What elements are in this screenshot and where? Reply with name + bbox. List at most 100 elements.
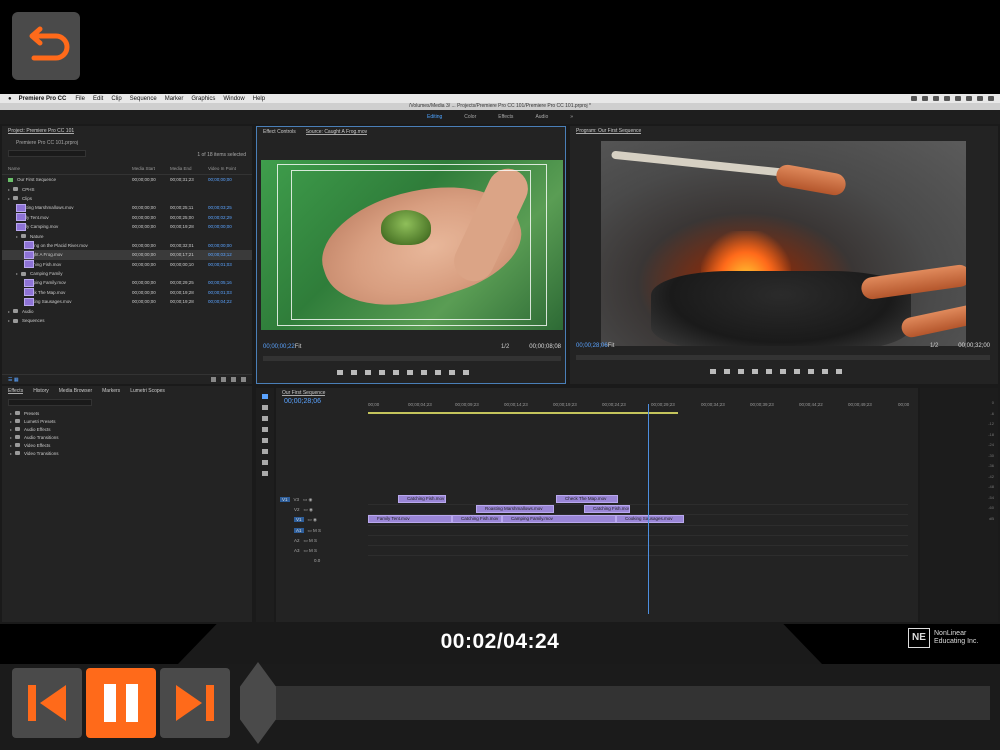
project-row[interactable]: ▸ Nature (2, 231, 252, 240)
go-to-in-icon[interactable] (738, 369, 744, 374)
selection-tool-icon[interactable] (262, 394, 268, 399)
project-row[interactable]: Cooking Sausages.mov 00;00;00;00 00;00;19;… (2, 297, 252, 306)
menu-window[interactable]: Window (223, 96, 244, 102)
project-row[interactable]: Family Tent.mov 00;00;00;00 00;00;25;00 00;… (2, 213, 252, 222)
effects-item[interactable]: ▸ Video Transitions (2, 449, 252, 457)
workspace-color[interactable]: Color (464, 114, 476, 120)
menu-help[interactable]: Help (253, 96, 265, 102)
effects-item[interactable]: ▸ Lumetri Presets (2, 417, 252, 425)
search-icon[interactable] (977, 96, 983, 101)
effects-item[interactable]: ▸ Presets (2, 409, 252, 417)
project-search-input[interactable] (8, 150, 86, 157)
track-a3[interactable]: A3 ▭ M S (280, 546, 368, 555)
go-to-in-icon[interactable] (365, 370, 371, 375)
insert-icon[interactable] (435, 370, 441, 375)
razor-tool-icon[interactable] (262, 427, 268, 432)
timeline-clip[interactable]: Catching Fish.mov (398, 495, 446, 503)
track-v1[interactable]: V1 ▭ ◉ (280, 515, 368, 524)
tab-markers[interactable]: Markers (102, 388, 120, 394)
mark-in-icon[interactable] (710, 369, 716, 374)
tab-effects[interactable]: Effects (8, 388, 24, 394)
workspace-effects[interactable]: Effects (498, 114, 513, 120)
effects-item[interactable]: ▸ Video Effects (2, 441, 252, 449)
column-media-start[interactable]: Media Start (132, 166, 170, 171)
project-row[interactable]: ▸ Clips (2, 194, 252, 203)
timeline-clip[interactable]: Family Tent.mov (368, 515, 452, 523)
disclosure-icon[interactable]: ▸ (8, 196, 10, 201)
timeline-clip[interactable]: Check The Map.mov (556, 495, 618, 503)
column-name[interactable]: Name (8, 166, 132, 171)
program-title[interactable]: Program: Our First Sequence (576, 128, 642, 134)
next-button[interactable] (160, 668, 230, 738)
mark-out-icon[interactable] (724, 369, 730, 374)
status-icon[interactable] (911, 96, 917, 101)
mark-in-icon[interactable] (337, 370, 343, 375)
menu-marker[interactable]: Marker (165, 96, 184, 102)
new-item-icon[interactable] (231, 377, 236, 382)
status-icon[interactable] (922, 96, 928, 101)
go-to-out-icon[interactable] (421, 370, 427, 375)
project-row[interactable]: Boating on the Placid River.mov 00;00;00;… (2, 241, 252, 250)
menu-graphics[interactable]: Graphics (191, 96, 215, 102)
workspace-editing[interactable]: Editing (427, 114, 442, 120)
type-tool-icon[interactable] (262, 471, 268, 476)
find-icon[interactable] (221, 377, 226, 382)
work-area-bar[interactable] (368, 412, 678, 414)
project-row[interactable]: ▸ Sequences (2, 316, 252, 325)
app-menu[interactable]: Premiere Pro CC (19, 96, 67, 102)
lift-icon[interactable] (808, 369, 814, 374)
disclosure-icon[interactable]: ▸ (16, 271, 18, 276)
tab-media-browser[interactable]: Media Browser (59, 388, 92, 394)
back-button[interactable] (12, 12, 80, 80)
project-row[interactable]: Catching Fish.mov 00;00;00;00 00;00;00;10 0… (2, 260, 252, 269)
project-row[interactable]: Caught A Frog.mov 00;00;00;00 00;00;17;21 0… (2, 250, 252, 260)
source-scale-select[interactable]: 1/2 (501, 344, 509, 350)
menu-file[interactable]: File (75, 96, 85, 102)
tab-effect-controls[interactable]: Effect Controls (263, 129, 296, 135)
project-row[interactable]: Family Camping.mov 00;00;00;00 00;00;19;28… (2, 222, 252, 231)
program-video-frame[interactable] (601, 141, 966, 346)
source-video-frame[interactable] (261, 160, 563, 330)
step-back-icon[interactable] (379, 370, 385, 375)
export-frame-icon[interactable] (836, 369, 842, 374)
project-row[interactable]: Our First Sequence 00;00;00;00 00;00;31;23… (2, 175, 252, 184)
hand-tool-icon[interactable] (262, 460, 268, 465)
menu-icon[interactable] (988, 96, 994, 101)
project-row[interactable]: Check The Map.mov 00;00;00;00 00;00;19;28 0… (2, 288, 252, 297)
seek-bar[interactable] (256, 686, 990, 720)
wifi-icon[interactable] (944, 96, 950, 101)
track-select-tool-icon[interactable] (262, 405, 268, 410)
timeline-tab[interactable]: Our First Sequence (282, 390, 326, 396)
tab-source[interactable]: Source: Caught A Frog.mov (305, 129, 368, 135)
effects-item[interactable]: ▸ Audio Effects (2, 425, 252, 433)
trash-icon[interactable] (241, 377, 246, 382)
export-frame-icon[interactable] (463, 370, 469, 375)
menu-sequence[interactable]: Sequence (130, 96, 157, 102)
program-scrubber[interactable] (576, 355, 990, 360)
track-a1[interactable]: A1 ▭ M S (280, 526, 368, 535)
tab-history[interactable]: History (33, 388, 49, 394)
track-v3[interactable]: V1 V3 ▭ ◉ (280, 495, 368, 504)
source-scrubber[interactable] (263, 356, 561, 361)
program-fit-select[interactable]: Fit (608, 343, 615, 349)
play-icon[interactable] (393, 370, 399, 375)
step-forward-icon[interactable] (780, 369, 786, 374)
new-bin-icon[interactable] (211, 377, 216, 382)
workspace-more-icon[interactable]: » (570, 114, 573, 120)
program-timecode[interactable]: 00;00;28;06 (576, 343, 608, 349)
step-forward-icon[interactable] (407, 370, 413, 375)
timeline-clip[interactable]: Catching Fish.mov (452, 515, 502, 523)
project-row[interactable]: Roasting Marshmallows.mov 00;00;00;00 00;0… (2, 203, 252, 212)
tab-lumetri-scopes[interactable]: Lumetri Scopes (130, 388, 165, 394)
project-row[interactable]: ▸ Audio (2, 306, 252, 315)
menu-clip[interactable]: Clip (111, 96, 121, 102)
pen-tool-icon[interactable] (262, 449, 268, 454)
source-fit-select[interactable]: Fit (295, 344, 302, 350)
previous-button[interactable] (12, 668, 82, 738)
column-media-end[interactable]: Media End (170, 166, 208, 171)
project-row[interactable]: Camping Family.mov 00;00;00;00 00;00;29;25… (2, 278, 252, 287)
overwrite-icon[interactable] (449, 370, 455, 375)
disclosure-icon[interactable]: ▸ (16, 234, 18, 239)
timeline-clip[interactable]: Cooking Sausages.mov (616, 515, 684, 523)
volume-icon[interactable] (955, 96, 961, 101)
